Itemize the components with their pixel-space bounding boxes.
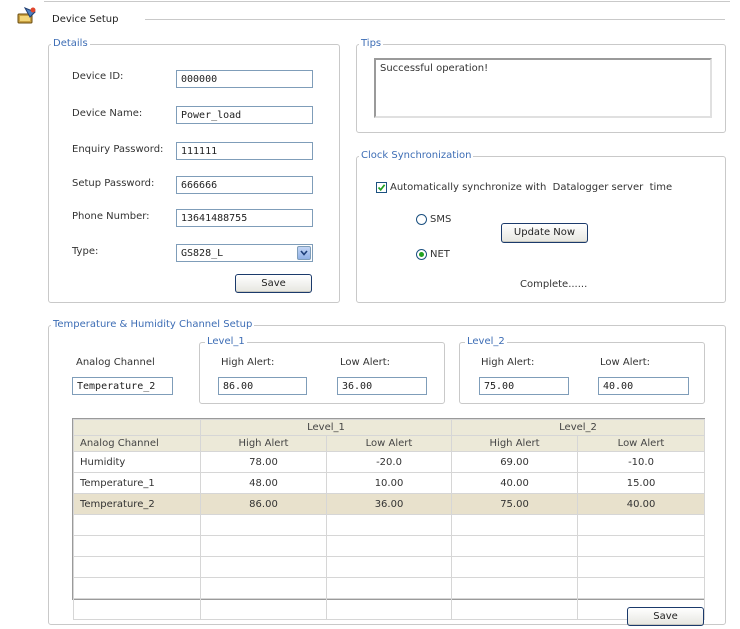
table-row[interactable]: Humidity 78.00 -20.0 69.00 -10.0	[73, 451, 706, 473]
cell-level2-low: -10.0	[577, 451, 706, 473]
type-select-value: GS828_L	[181, 248, 224, 259]
channel-save-button[interactable]: Save	[627, 607, 704, 626]
table-row[interactable]: Temperature_1 48.00 10.00 40.00 15.00	[73, 472, 706, 494]
table-row-empty	[73, 514, 706, 536]
title-divider	[145, 19, 725, 20]
device-name-input[interactable]: Power_load	[176, 106, 313, 124]
type-label: Type:	[72, 246, 99, 257]
type-select[interactable]: GS828_L	[176, 244, 313, 262]
level1-low-alert-input[interactable]: 36.00	[337, 377, 427, 395]
net-radio[interactable]	[416, 249, 427, 260]
device-name-label: Device Name:	[72, 108, 143, 119]
device-setup-icon	[16, 6, 38, 26]
cell-level2-high: 69.00	[451, 451, 579, 473]
level1-high-alert-input[interactable]: 86.00	[218, 377, 307, 395]
grid-group-header-level1: Level_1	[199, 419, 453, 436]
setup-password-input[interactable]: 666666	[176, 176, 313, 194]
details-legend: Details	[51, 38, 90, 49]
cell-level2-low: 40.00	[577, 493, 706, 515]
enquiry-password-label: Enquiry Password:	[72, 144, 164, 155]
net-label: NET	[430, 249, 450, 260]
phone-number-input[interactable]: 13641488755	[176, 209, 313, 227]
grid-column-header-row: Analog Channel High Alert Low Alert High…	[73, 435, 706, 452]
cell-level2-high: 75.00	[451, 493, 579, 515]
checkmark-icon	[377, 184, 386, 192]
tips-legend: Tips	[359, 38, 384, 49]
level2-low-alert-label: Low Alert:	[600, 357, 651, 368]
table-row-empty	[73, 577, 706, 599]
grid-group-header-row: Level_1 Level_2	[73, 419, 706, 436]
channel-setup-legend: Temperature & Humidity Channel Setup	[51, 319, 255, 330]
cell-channel: Temperature_2	[73, 493, 201, 515]
level1-legend: Level_1	[205, 336, 247, 347]
page-title: Device Setup	[52, 14, 119, 25]
sms-radio[interactable]	[416, 214, 427, 225]
analog-channel-input[interactable]: Temperature_2	[72, 377, 173, 395]
cell-level2-high: 40.00	[451, 472, 579, 494]
cell-level1-high: 48.00	[200, 472, 327, 494]
device-id-input[interactable]: 000000	[176, 70, 313, 88]
level2-high-alert-label: High Alert:	[481, 357, 535, 368]
clock-sync-legend: Clock Synchronization	[359, 150, 474, 161]
enquiry-password-input[interactable]: 111111	[176, 142, 313, 160]
analog-channel-label: Analog Channel	[76, 357, 155, 368]
level1-high-alert-label: High Alert:	[221, 357, 275, 368]
table-row-empty	[73, 556, 706, 578]
table-row-selected[interactable]: Temperature_2 86.00 36.00 75.00 40.00	[73, 493, 706, 515]
cell-level1-high: 78.00	[200, 451, 327, 473]
auto-sync-label: Automatically synchronize with Datalogge…	[390, 182, 673, 193]
col-header-level1-high[interactable]: High Alert	[200, 435, 327, 452]
tips-message: Successful operation!	[380, 63, 489, 74]
grid-group-header-empty	[73, 419, 201, 436]
phone-number-label: Phone Number:	[72, 211, 150, 222]
tips-message-box: Successful operation!	[374, 58, 712, 118]
cell-level1-low: 36.00	[325, 493, 453, 515]
level1-low-alert-label: Low Alert:	[340, 357, 391, 368]
cell-level2-low: 15.00	[577, 472, 706, 494]
setup-password-label: Setup Password:	[72, 178, 155, 189]
details-save-button[interactable]: Save	[235, 274, 312, 293]
table-row-empty	[73, 598, 706, 620]
net-radio-dot	[419, 252, 424, 257]
level2-high-alert-input[interactable]: 75.00	[479, 377, 569, 395]
col-header-level2-high[interactable]: High Alert	[451, 435, 579, 452]
cell-level1-low: 10.00	[325, 472, 453, 494]
auto-sync-checkbox[interactable]	[376, 182, 387, 193]
col-header-analog-channel[interactable]: Analog Channel	[73, 435, 201, 452]
cell-channel: Humidity	[73, 451, 201, 473]
device-id-label: Device ID:	[72, 71, 124, 82]
cell-level1-low: -20.0	[325, 451, 453, 473]
level2-legend: Level_2	[465, 336, 507, 347]
chevron-down-icon[interactable]	[297, 246, 311, 260]
cell-level1-high: 86.00	[200, 493, 327, 515]
grid-group-header-level2: Level_2	[451, 419, 706, 436]
update-now-button[interactable]: Update Now	[501, 223, 588, 243]
alerts-grid: Level_1 Level_2 Analog Channel High Aler…	[73, 419, 706, 620]
sms-label: SMS	[430, 214, 452, 225]
sync-status-text: Complete......	[520, 279, 588, 290]
cell-channel: Temperature_1	[73, 472, 201, 494]
level2-low-alert-input[interactable]: 40.00	[598, 377, 689, 395]
col-header-level1-low[interactable]: Low Alert	[325, 435, 453, 452]
table-row-empty	[73, 535, 706, 557]
top-edge-line	[44, 1, 730, 2]
col-header-level2-low[interactable]: Low Alert	[577, 435, 706, 452]
